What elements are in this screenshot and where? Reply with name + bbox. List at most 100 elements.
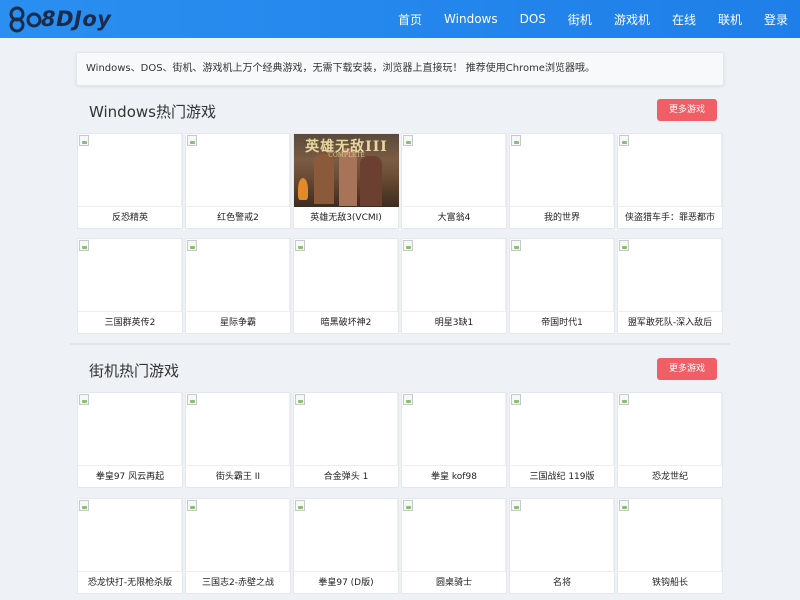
game-title[interactable]: 恐龙快打-无限枪杀版 [78,574,182,593]
top-navbar: 8DJoy 首页 Windows DOS 街机 游戏机 在线 联机 登录 [0,0,800,38]
game-thumbnail[interactable] [186,499,290,572]
game-title[interactable]: 三国志2-赤壁之战 [186,574,290,593]
game-card[interactable]: 三国群英传2 [77,238,183,334]
nav-online[interactable]: 在线 [672,11,696,28]
game-thumbnail[interactable] [294,499,398,572]
game-card[interactable]: 三国战纪 119版 [509,392,615,488]
game-title[interactable]: 帝国时代1 [510,314,614,333]
broken-image-icon [403,135,413,146]
game-title[interactable]: 红色警戒2 [186,209,290,228]
game-title[interactable]: 名将 [510,574,614,593]
game-card[interactable]: 反恐精英 [77,133,183,229]
nav-login[interactable]: 登录 [764,11,788,28]
game-title[interactable]: 盟军敢死队-深入敌后 [618,314,722,333]
game-card[interactable]: 恐龙世纪 [617,392,723,488]
game-card[interactable]: 拳皇 kof98 [401,392,507,488]
game-thumbnail[interactable] [618,239,722,312]
game-card[interactable]: 拳皇97 (D版) [293,498,399,594]
game-title[interactable]: 圆桌骑士 [402,574,506,593]
game-card[interactable]: 盟军敢死队-深入敌后 [617,238,723,334]
game-thumbnail[interactable] [78,239,182,312]
section-title-arcade: 街机热门游戏 [89,362,180,380]
game-title[interactable]: 三国战纪 119版 [510,468,614,487]
game-thumbnail[interactable] [618,134,722,207]
broken-image-icon [187,135,197,146]
game-title[interactable]: 反恐精英 [78,209,182,228]
game-thumbnail[interactable] [78,134,182,207]
game-title[interactable]: 拳皇 kof98 [402,468,506,487]
game-card[interactable]: 恐龙快打-无限枪杀版 [77,498,183,594]
game-thumbnail[interactable] [294,239,398,312]
game-thumbnail[interactable] [186,239,290,312]
broken-image-icon [295,500,305,511]
game-title[interactable]: 街头霸王 II [186,468,290,487]
game-thumbnail[interactable] [510,134,614,207]
broken-image-icon [79,240,89,251]
broken-image-icon [187,240,197,251]
game-title[interactable]: 我的世界 [510,209,614,228]
game-title[interactable]: 大富翁4 [402,209,506,228]
game-title[interactable]: 明星3缺1 [402,314,506,333]
game-thumbnail[interactable] [186,134,290,207]
game-card[interactable]: 明星3缺1 [401,238,507,334]
game-grid-windows: 反恐精英 红色警戒2 英雄无敌III COMPLETE 英雄无敌3(VCMI) … [77,133,723,334]
game-card[interactable]: 拳皇97 风云再起 [77,392,183,488]
game-card[interactable]: 圆桌骑士 [401,498,507,594]
game-card[interactable]: 名将 [509,498,615,594]
game-title[interactable]: 拳皇97 风云再起 [78,468,182,487]
game-title[interactable]: 拳皇97 (D版) [294,574,398,593]
game-thumbnail[interactable] [618,499,722,572]
game-card[interactable]: 大富翁4 [401,133,507,229]
broken-image-icon [403,240,413,251]
nav-dos[interactable]: DOS [520,12,546,26]
game-thumbnail[interactable] [78,499,182,572]
game-card[interactable]: 星际争霸 [185,238,291,334]
game-thumbnail[interactable] [186,393,290,466]
broken-image-icon [511,394,521,405]
game-thumbnail[interactable] [402,134,506,207]
nav-windows[interactable]: Windows [444,12,498,26]
game-thumbnail[interactable] [402,499,506,572]
game-title[interactable]: 恐龙世纪 [618,468,722,487]
game-card[interactable]: 三国志2-赤壁之战 [185,498,291,594]
section-divider [70,343,730,345]
broken-image-icon [79,500,89,511]
game-card[interactable]: 合金弹头 1 [293,392,399,488]
nav-arcade[interactable]: 街机 [568,11,592,28]
game-thumbnail[interactable] [402,239,506,312]
game-card[interactable]: 我的世界 [509,133,615,229]
game-card[interactable]: 侠盗猎车手：罪恶都市 [617,133,723,229]
game-thumbnail[interactable] [618,393,722,466]
game-thumbnail[interactable] [510,499,614,572]
game-title[interactable]: 铁钩船长 [618,574,722,593]
nav-home[interactable]: 首页 [398,11,422,28]
game-card[interactable]: 街头霸王 II [185,392,291,488]
notice-banner: Windows、DOS、街机、游戏机上万个经典游戏，无需下载安装，浏览器上直接玩… [76,52,724,86]
game-title[interactable]: 星际争霸 [186,314,290,333]
game-thumbnail[interactable] [78,393,182,466]
game-title[interactable]: 英雄无敌3(VCMI) [294,209,398,228]
game-card[interactable]: 红色警戒2 [185,133,291,229]
game-title[interactable]: 合金弹头 1 [294,468,398,487]
game-cover-image[interactable]: 英雄无敌III COMPLETE [294,134,399,207]
more-games-button-arcade[interactable]: 更多游戏 [657,358,717,380]
game-thumbnail[interactable] [510,239,614,312]
site-logo[interactable]: 8DJoy [8,5,111,33]
game-title[interactable]: 暗黑破坏神2 [294,314,398,333]
broken-image-icon [619,240,629,251]
broken-image-icon [403,394,413,405]
game-card[interactable]: 帝国时代1 [509,238,615,334]
game-title[interactable]: 侠盗猎车手：罪恶都市 [618,209,722,228]
game-thumbnail[interactable] [510,393,614,466]
game-card[interactable]: 英雄无敌III COMPLETE 英雄无敌3(VCMI) [293,133,399,229]
game-title[interactable]: 三国群英传2 [78,314,182,333]
game-thumbnail[interactable] [402,393,506,466]
nav-multiplayer[interactable]: 联机 [718,11,742,28]
broken-image-icon [511,135,521,146]
game-thumbnail[interactable] [294,393,398,466]
nav-console[interactable]: 游戏机 [614,11,650,28]
broken-image-icon [187,394,197,405]
more-games-button-windows[interactable]: 更多游戏 [657,99,717,121]
game-card[interactable]: 暗黑破坏神2 [293,238,399,334]
game-card[interactable]: 铁钩船长 [617,498,723,594]
